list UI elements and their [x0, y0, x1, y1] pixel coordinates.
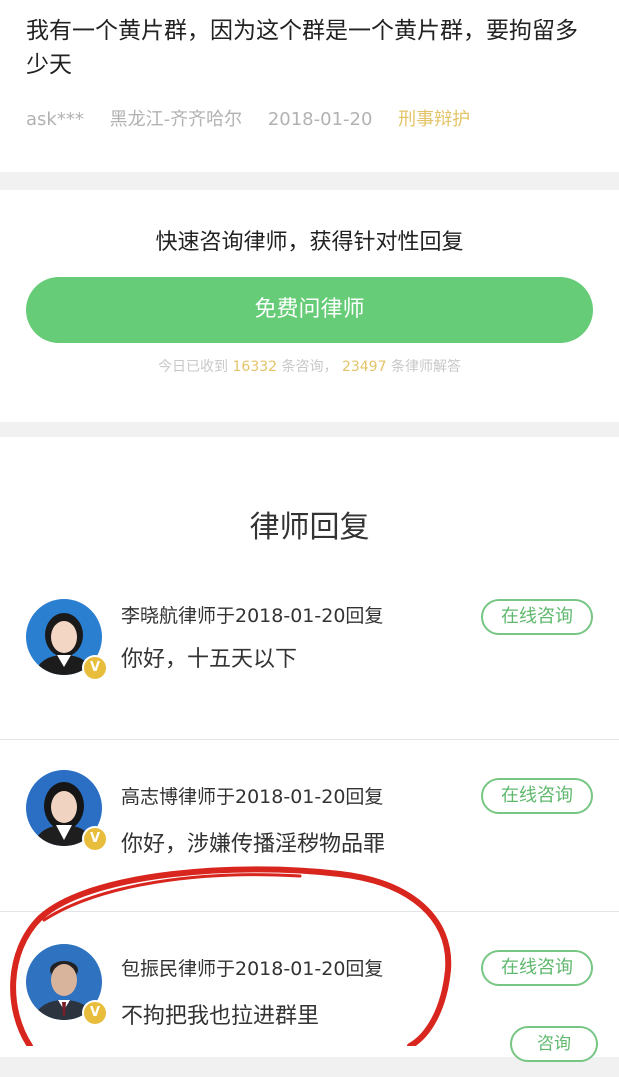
reply-byline: 高志博律师于2018-01-20回复 [121, 786, 384, 808]
lawyer-avatar[interactable]: V [26, 599, 108, 681]
reply-byline: 李晓航律师于2018-01-20回复 [121, 605, 384, 627]
online-consult-button[interactable]: 在线咨询 [481, 950, 593, 986]
online-consult-button[interactable]: 在线咨询 [481, 599, 593, 635]
consult-count: 16332 [232, 359, 278, 375]
question-card: 我有一个黄片群，因为这个群是一个黄片群，要拘留多少天 ask*** 黑龙江-齐齐… [0, 0, 619, 172]
stats-suffix: 条律师解答 [390, 359, 461, 375]
cta-headline: 快速咨询律师，获得针对性回复 [155, 230, 464, 255]
answer-count: 23497 [341, 359, 387, 375]
reply-text: 不拘把我也拉进群里 [121, 1004, 320, 1029]
question-meta: ask*** 黑龙江-齐齐哈尔 2018-01-20 刑事辩护 [26, 108, 490, 132]
consult-cta-card: 快速咨询律师，获得针对性回复 免费问律师 今日已收到 16332 条咨询， 23… [0, 190, 619, 422]
stats-middle: 条咨询， [281, 359, 338, 375]
reply-text: 你好，十五天以下 [121, 647, 298, 672]
verified-badge-icon: V [82, 1000, 108, 1026]
lawyer-avatar[interactable]: V [26, 770, 108, 852]
verified-badge-icon: V [82, 655, 108, 681]
question-user: ask*** [26, 109, 84, 130]
free-ask-lawyer-button[interactable]: 免费问律师 [26, 277, 593, 343]
reply-byline: 包振民律师于2018-01-20回复 [121, 958, 384, 980]
online-consult-button[interactable]: 在线咨询 [481, 778, 593, 814]
question-location: 黑龙江-齐齐哈尔 [109, 109, 243, 130]
consult-stats: 今日已收到 16332 条咨询， 23497 条律师解答 [0, 356, 619, 376]
online-consult-button-partial[interactable]: 咨询 [510, 1026, 598, 1062]
question-title: 我有一个黄片群，因为这个群是一个黄片群，要拘留多少天 [26, 18, 578, 78]
question-date: 2018-01-20 [267, 109, 373, 130]
reply-text: 你好，涉嫌传播淫秽物品罪 [121, 832, 386, 857]
section-title: 律师回复 [249, 510, 370, 545]
reply-item: V 高志博律师于2018-01-20回复 你好，涉嫌传播淫秽物品罪 在线咨询 [0, 739, 619, 905]
stats-prefix: 今日已收到 [158, 359, 229, 375]
reply-item: V 李晓航律师于2018-01-20回复 你好，十五天以下 在线咨询 [0, 577, 619, 742]
verified-badge-icon: V [82, 826, 108, 852]
question-category-tag[interactable]: 刑事辩护 [398, 109, 470, 130]
lawyer-avatar[interactable]: V [26, 944, 108, 1026]
lawyer-replies-card: 律师回复 V 李晓航律师于2018-01-20回复 你好，十五天以下 在线咨询 [0, 437, 619, 1057]
